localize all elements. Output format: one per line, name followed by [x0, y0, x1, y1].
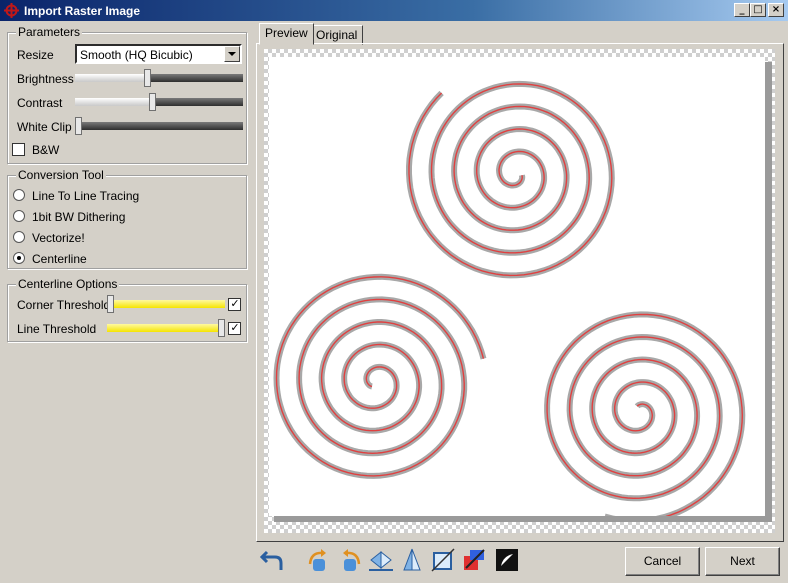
bw-checkbox[interactable] [12, 143, 25, 156]
bw-label: B&W [32, 143, 60, 157]
radio-line-to-line[interactable] [13, 189, 25, 201]
invert-icon[interactable] [493, 546, 521, 574]
corner-threshold-thumb[interactable] [107, 295, 114, 313]
triskelion-image [273, 80, 746, 516]
color-picker-icon[interactable] [460, 546, 488, 574]
crop-icon[interactable] [429, 546, 457, 574]
brightness-slider-thumb[interactable] [144, 69, 151, 87]
radio-vectorize[interactable] [13, 231, 25, 243]
rotate-left-icon[interactable] [305, 546, 333, 574]
whiteclip-slider-thumb[interactable] [75, 117, 82, 135]
maximize-button[interactable]: □ [750, 3, 766, 17]
window-title: Import Raster Image [24, 4, 141, 18]
radio-label-centerline: Centerline [32, 252, 87, 266]
parameters-title: Parameters [16, 25, 83, 39]
radio-label-dithering: 1bit BW Dithering [32, 210, 126, 224]
chevron-down-icon[interactable] [224, 46, 240, 62]
contrast-slider[interactable] [75, 93, 243, 113]
cancel-button[interactable]: Cancel [625, 547, 700, 576]
rotate-right-icon[interactable] [336, 546, 364, 574]
radio-label-vectorize: Vectorize! [32, 231, 85, 245]
line-threshold-thumb[interactable] [218, 319, 225, 337]
flip-horizontal-icon[interactable] [367, 546, 395, 574]
radio-dithering[interactable] [13, 210, 25, 222]
tab-preview[interactable]: Preview [259, 23, 314, 45]
radio-label-line-to-line: Line To Line Tracing [32, 189, 140, 203]
flip-vertical-icon[interactable] [398, 546, 426, 574]
next-button[interactable]: Next [705, 547, 780, 576]
radio-centerline[interactable] [13, 252, 25, 264]
spiral-top-outline [406, 80, 615, 279]
line-threshold-slider[interactable] [107, 319, 225, 339]
resize-label: Resize [17, 48, 54, 62]
resize-select[interactable]: Smooth (HQ Bicubic) [75, 44, 242, 64]
resize-value: Smooth (HQ Bicubic) [80, 48, 193, 62]
minimize-button[interactable]: _ [734, 3, 750, 17]
app-icon [4, 3, 19, 18]
tab-original[interactable]: Original [310, 25, 364, 45]
line-threshold-label: Line Threshold [17, 322, 97, 336]
undo-icon[interactable] [259, 546, 287, 574]
contrast-label: Contrast [17, 96, 63, 110]
brightness-slider[interactable] [75, 69, 243, 89]
close-button[interactable]: × [768, 3, 784, 17]
whiteclip-slider[interactable] [75, 117, 243, 137]
preview-paper [269, 57, 765, 516]
corner-threshold-slider[interactable] [107, 295, 225, 315]
centerline-title: Centerline Options [16, 277, 120, 291]
whiteclip-label: White Clip [17, 120, 72, 134]
corner-threshold-checkbox[interactable]: ✓ [228, 297, 241, 311]
line-threshold-checkbox[interactable]: ✓ [228, 321, 241, 335]
brightness-label: Brightness [17, 72, 74, 86]
title-bar: Import Raster Image _ □ × [0, 0, 788, 21]
corner-threshold-label: Corner Threshold [17, 298, 111, 312]
contrast-slider-thumb[interactable] [149, 93, 156, 111]
conversion-title: Conversion Tool [16, 168, 106, 182]
